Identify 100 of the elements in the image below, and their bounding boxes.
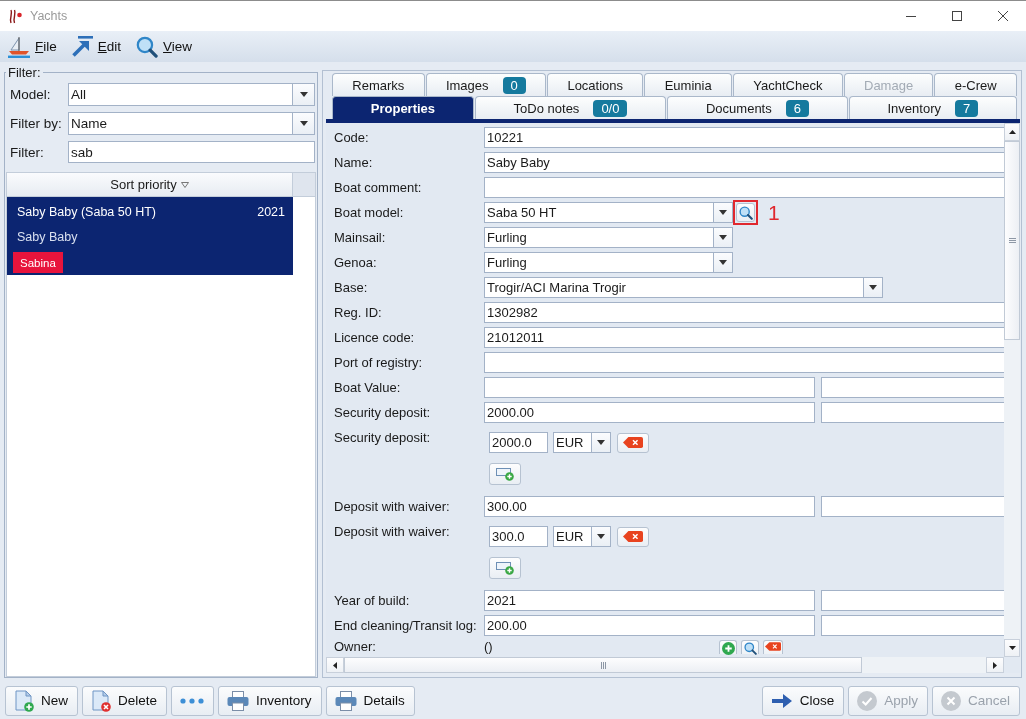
field-label: Year of build: (334, 593, 411, 608)
text-field[interactable] (821, 496, 1004, 517)
menu-item[interactable]: View (136, 35, 193, 58)
text-field[interactable]: Saby Baby (484, 152, 1004, 173)
search-icon (743, 642, 757, 655)
menu-item[interactable]: File (8, 35, 57, 58)
amount-field[interactable]: 300.0 (489, 526, 548, 547)
add-row-icon (496, 561, 514, 575)
field-label: Port of registry: (334, 355, 424, 370)
text-field[interactable]: sab (68, 141, 315, 163)
text-field[interactable] (821, 590, 1004, 611)
tab[interactable]: Locations (547, 73, 644, 96)
text-field[interactable] (484, 352, 1004, 373)
add-button[interactable] (719, 640, 737, 654)
text-field[interactable]: 1302982 (484, 302, 1004, 323)
scroll-right-button[interactable] (986, 657, 1004, 673)
printer-icon (334, 690, 357, 711)
currency-dropdown[interactable]: EUR (553, 526, 611, 547)
remove-button[interactable] (617, 526, 649, 547)
dropdown[interactable]: Name (68, 112, 315, 135)
caret-icon (299, 121, 308, 126)
yacht-subtitle: Saby Baby (17, 229, 78, 245)
tab[interactable]: e-Crew (934, 73, 1017, 96)
grip-icon (599, 661, 607, 669)
tab[interactable]: Remarks (332, 73, 425, 96)
scroll-left-button[interactable] (326, 657, 344, 673)
add-row-button[interactable] (489, 463, 521, 485)
more-button[interactable] (171, 685, 215, 716)
caret-icon (719, 235, 727, 240)
tab[interactable]: Documents 6 (667, 96, 848, 119)
field-label: Deposit with waiver: (334, 499, 451, 514)
window-title: Yachts (30, 9, 68, 23)
menu-item[interactable]: Edit (71, 36, 122, 57)
new-button[interactable]: New (5, 685, 78, 716)
close-button[interactable]: Close (761, 685, 845, 716)
field-label: Filter by: (10, 116, 63, 131)
new-document-icon (14, 689, 34, 712)
text-field[interactable]: 10221 (484, 127, 1004, 148)
remove-button[interactable] (617, 432, 649, 453)
grip-icon (1008, 237, 1016, 244)
column-header[interactable]: Sort priority (7, 173, 293, 196)
text-field[interactable]: 21012011 (484, 327, 1004, 348)
list-item[interactable]: Saby Baby (Saba 50 HT) 2021 Saby Baby Sabina (7, 197, 293, 275)
caret-icon (719, 210, 727, 215)
arrow-up-right-icon (71, 36, 93, 57)
search-icon (136, 35, 159, 58)
yacht-year: 2021 (257, 205, 285, 219)
print-button[interactable]: Inventory (218, 685, 322, 716)
text-field[interactable] (484, 377, 815, 398)
text-field[interactable]: 2021 (484, 590, 815, 611)
currency-dropdown[interactable]: EUR (553, 432, 611, 453)
tab[interactable]: Images 0 (425, 73, 547, 96)
scroll-down-button[interactable] (1004, 639, 1020, 657)
field-label: Owner: (334, 638, 377, 654)
tab[interactable]: Inventory 7 (848, 96, 1017, 119)
remove-icon (623, 531, 643, 542)
text-field[interactable] (821, 377, 1004, 398)
caret-icon (597, 534, 605, 539)
scroll-thumb[interactable] (1004, 141, 1020, 340)
field-label: End cleaning/Transit log: (334, 618, 478, 633)
text-field[interactable] (484, 177, 1004, 198)
amount-field[interactable]: 2000.0 (489, 432, 548, 453)
dropdown[interactable]: Saba 50 HT (484, 202, 733, 223)
annotation-label: 1 (768, 202, 780, 223)
tab[interactable]: Euminia (644, 73, 732, 96)
dropdown[interactable]: Furling (484, 227, 733, 248)
search-icon (738, 205, 753, 220)
add-row-button[interactable] (489, 557, 521, 579)
horizontal-scrollbar[interactable] (326, 657, 1004, 673)
dropdown[interactable]: All (68, 83, 315, 106)
scroll-up-button[interactable] (1004, 123, 1020, 141)
dropdown[interactable]: Furling (484, 252, 733, 273)
text-field[interactable]: 200.00 (484, 615, 815, 636)
text-field[interactable] (821, 615, 1004, 636)
count-badge: 7 (955, 99, 979, 117)
yacht-title: Saby Baby (Saba 50 HT) (17, 205, 156, 219)
dropdown[interactable]: Trogir/ACI Marina Trogir (484, 277, 883, 298)
search-button[interactable] (741, 640, 759, 654)
vertical-scrollbar[interactable] (1004, 123, 1020, 657)
text-field[interactable]: 300.00 (484, 496, 815, 517)
field-label: Boat Value: (334, 380, 402, 395)
field-label: Genoa: (334, 255, 378, 270)
delete-button[interactable]: Delete (82, 685, 168, 716)
up-arrow-icon (1008, 130, 1016, 134)
field-label: Deposit with waiver: (334, 523, 451, 539)
app-logo-icon (8, 8, 23, 24)
tab[interactable]: Properties (332, 96, 474, 119)
scroll-thumb[interactable] (344, 657, 862, 673)
tab[interactable]: ToDo notes 0/0 (474, 96, 667, 119)
remove-button[interactable] (763, 640, 783, 654)
text-field[interactable] (821, 402, 1004, 423)
check-circle-icon (857, 690, 878, 711)
field-label: Reg. ID: (334, 305, 383, 320)
add-icon (721, 642, 735, 655)
count-badge: 0/0 (593, 99, 628, 117)
filter-legend: Filter: (6, 65, 43, 80)
sailboat-icon (8, 35, 30, 58)
print-button[interactable]: Details (325, 685, 415, 716)
tab[interactable]: YachtCheck (732, 73, 843, 96)
text-field[interactable]: 2000.00 (484, 402, 815, 423)
